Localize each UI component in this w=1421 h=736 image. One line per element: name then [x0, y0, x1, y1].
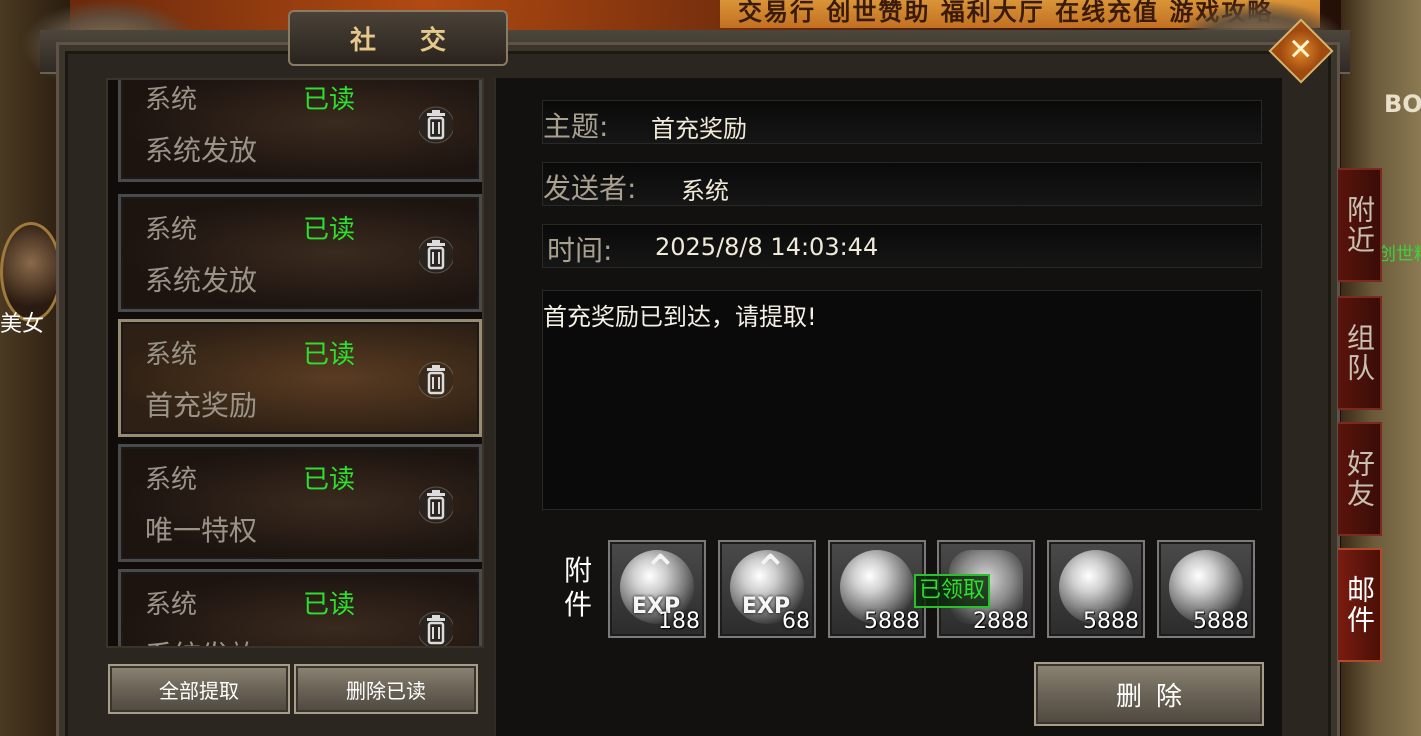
trash-icon[interactable]: [419, 483, 453, 527]
tab-nearby[interactable]: 附近: [1338, 168, 1382, 282]
mail-status: 已读: [303, 340, 356, 370]
trash-icon[interactable]: [419, 233, 453, 277]
mail-title: 首充奖励: [145, 389, 258, 422]
attachment-qty: 5888: [864, 609, 920, 634]
attachment-slot[interactable]: 5888: [1157, 540, 1255, 638]
mail-item-selected[interactable]: 系统 已读 首充奖励: [118, 319, 482, 437]
mail-title: 系统发放: [145, 634, 257, 646]
tab-mail[interactable]: 邮件: [1338, 548, 1382, 662]
subject-value: 首充奖励: [651, 115, 747, 143]
side-green-text: 创世精: [1378, 244, 1421, 265]
sender-value: 系统: [681, 177, 729, 205]
claim-all-button[interactable]: 全部提取: [108, 664, 290, 714]
attachment-qty: 5888: [1083, 609, 1139, 634]
mail-sender: 系统: [145, 465, 198, 495]
tab-team[interactable]: 组队: [1338, 296, 1382, 410]
mail-sender: 系统: [145, 85, 198, 115]
trash-icon[interactable]: [419, 358, 453, 402]
close-icon: ✕: [1288, 32, 1314, 68]
claimed-badge: 已领取: [914, 574, 991, 608]
attachment-slot[interactable]: 5888: [828, 540, 926, 638]
mail-status: 已读: [303, 590, 356, 620]
attachment-qty: 68: [782, 609, 810, 634]
mail-status: 已读: [303, 465, 356, 495]
mail-title: 唯一特权: [145, 514, 258, 547]
trash-icon[interactable]: [419, 608, 453, 648]
mail-detail-panel: 主题: 首充奖励 发送者: 系统 时间: 2025/8/8 14:03:44 首…: [494, 78, 1282, 736]
attachment-slot[interactable]: 188: [608, 540, 706, 638]
mail-item[interactable]: 系统 已读 系统发放: [118, 194, 482, 312]
attachment-slot[interactable]: 68: [718, 540, 816, 638]
delete-read-button[interactable]: 删除已读: [294, 664, 478, 714]
subject-field: 主题: 首充奖励: [542, 100, 1262, 144]
mail-body-text: 首充奖励已到达，请提取!: [543, 303, 817, 331]
mail-sender: 系统: [145, 590, 198, 620]
mail-sender: 系统: [145, 215, 198, 245]
mail-body: 首充奖励已到达，请提取!: [542, 290, 1262, 510]
attachment-slot[interactable]: 5888: [1047, 540, 1145, 638]
mail-list[interactable]: 系统 已读 系统发放 系统 已读 系统发放 系统 已读 首充奖励 系统 已读 唯…: [106, 78, 484, 648]
mail-item[interactable]: 系统 已读 系统发放: [118, 569, 482, 648]
side-bo-text: BO: [1384, 90, 1421, 118]
subject-label: 主题:: [543, 110, 609, 143]
time-value: 2025/8/8 14:03:44: [655, 233, 879, 261]
list-button-bar: 全部提取 删除已读: [106, 664, 484, 720]
mail-status: 已读: [303, 215, 356, 245]
mail-item[interactable]: 系统 已读 系统发放: [118, 80, 482, 182]
window-title-tab: 社交: [288, 10, 508, 66]
delete-button[interactable]: 删除: [1034, 662, 1264, 726]
trash-icon[interactable]: [419, 103, 453, 147]
time-field: 时间: 2025/8/8 14:03:44: [542, 224, 1262, 268]
attachments-label: 附件: [563, 554, 592, 621]
mail-title: 系统发放: [145, 134, 258, 167]
mail-item[interactable]: 系统 已读 唯一特权: [118, 444, 482, 562]
mail-title: 系统发放: [145, 264, 258, 297]
tab-friends[interactable]: 好友: [1338, 422, 1382, 536]
mail-status: 已读: [303, 85, 356, 115]
sender-field: 发送者: 系统: [542, 162, 1262, 206]
sender-label: 发送者:: [543, 172, 637, 205]
mail-sender: 系统: [145, 340, 198, 370]
time-label: 时间:: [547, 234, 613, 267]
attachment-qty: 5888: [1193, 609, 1249, 634]
window-title: 社交: [349, 25, 490, 56]
attachment-qty: 2888: [973, 609, 1029, 634]
attachment-qty: 188: [658, 609, 700, 634]
